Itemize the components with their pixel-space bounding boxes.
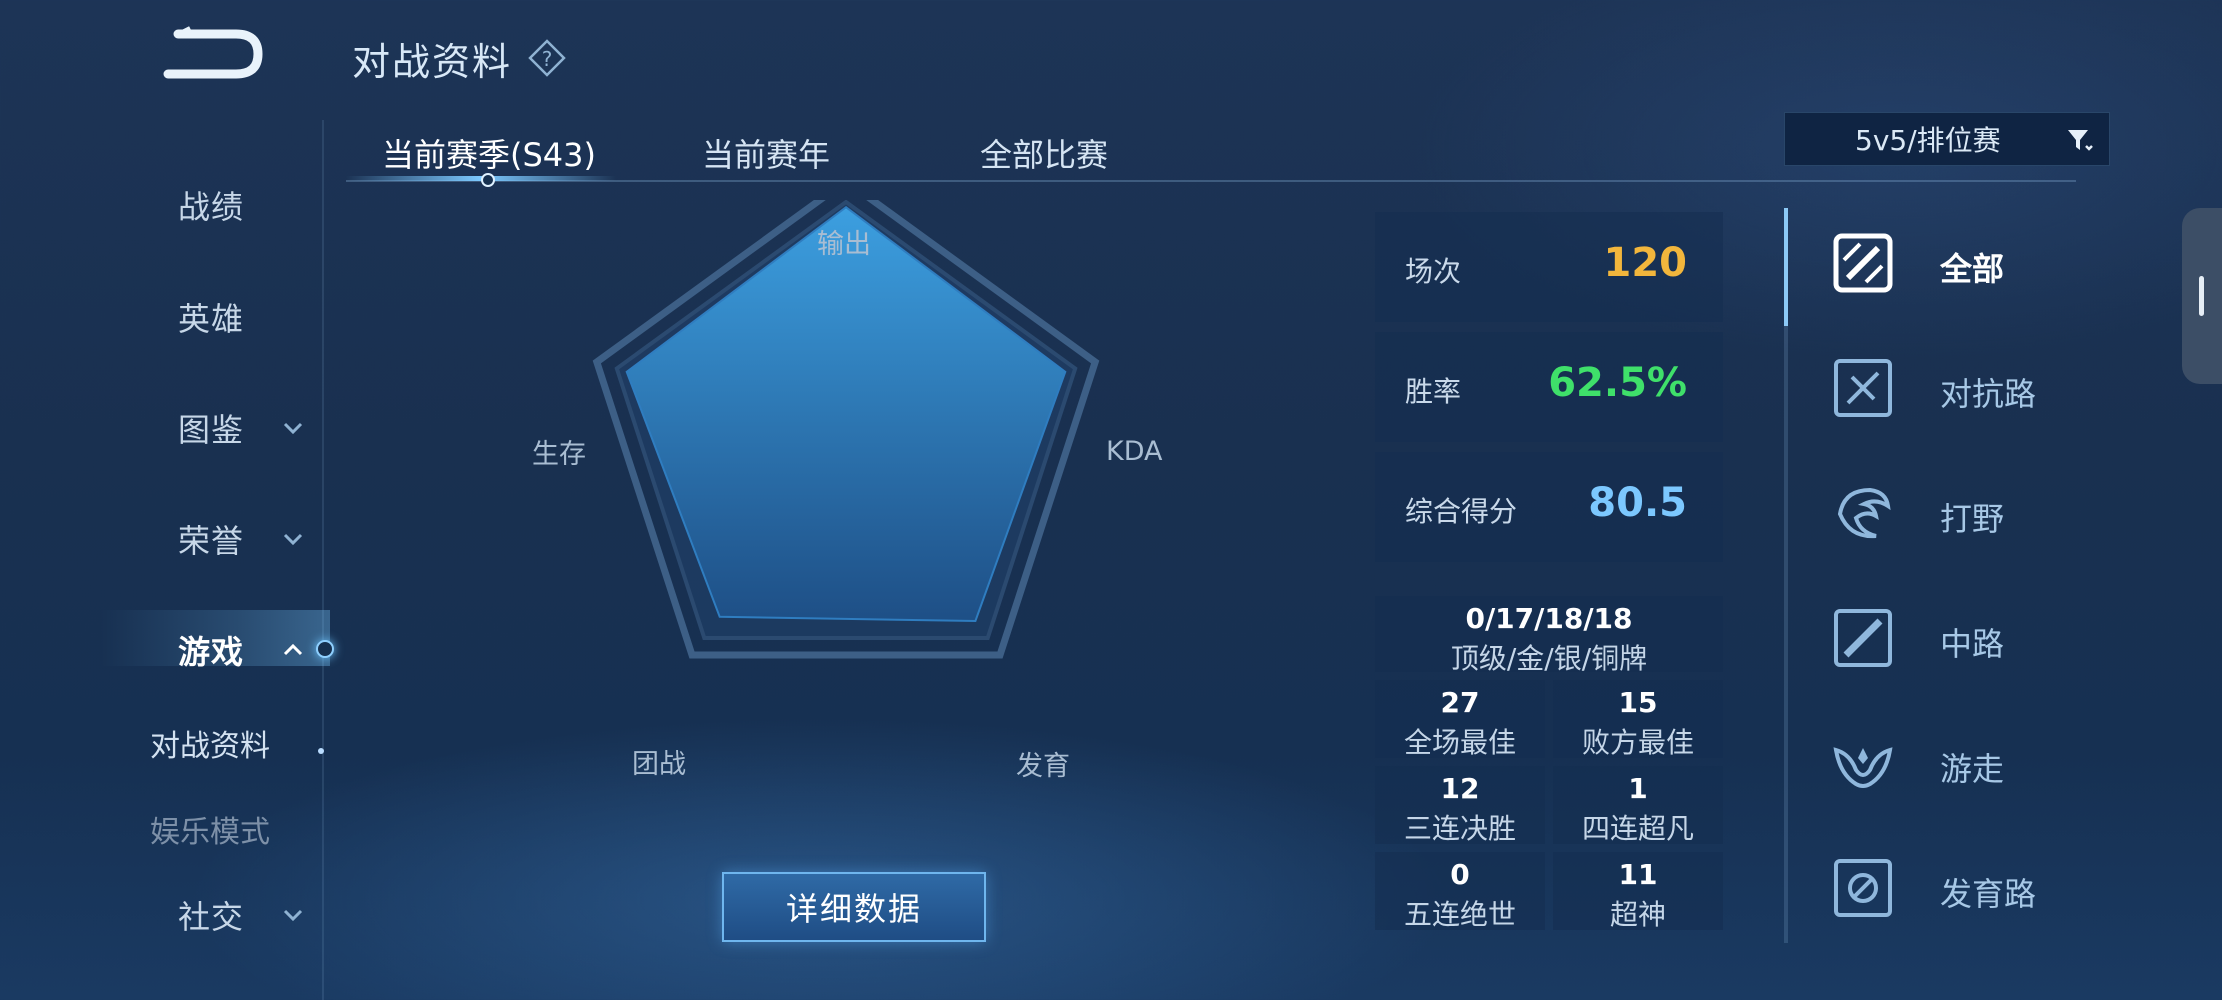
medal-cell-triple-kill: 12 三连决胜 (1375, 766, 1545, 845)
mode-filter-dropdown[interactable]: 5v5/排位赛 (1784, 112, 2110, 166)
medal-cell-value: 0 (1450, 858, 1470, 891)
lane-label: 发育路 (1940, 875, 2037, 913)
sidebar-item-codex[interactable]: 图鉴 (0, 393, 320, 463)
medal-cell-quadra-kill: 1 四连超凡 (1553, 766, 1723, 845)
medal-cell-value: 11 (1618, 858, 1658, 891)
all-lanes-icon (1833, 233, 1893, 293)
medal-cell-legendary: 11 超神 (1553, 852, 1723, 931)
sidebar-subitem-label: 娱乐模式 (150, 815, 270, 850)
lane-item-clash[interactable]: 对抗路 (1830, 343, 2130, 433)
stat-label: 胜率 (1405, 375, 1462, 408)
chevron-up-icon (283, 643, 303, 656)
tab-current-year[interactable]: 当前赛年 (702, 130, 830, 176)
svg-text:?: ? (542, 47, 553, 71)
stat-value: 120 (1603, 240, 1688, 286)
medal-cell-label: 全场最佳 (1403, 726, 1516, 759)
lane-item-all[interactable]: 全部 (1830, 218, 2130, 308)
subitem-indicator-dot (318, 748, 324, 754)
lane-label: 对抗路 (1940, 375, 2037, 413)
sidebar-item-label: 荣誉 (178, 522, 245, 560)
back-arrow-icon[interactable] (160, 26, 270, 82)
help-icon[interactable]: ? (528, 39, 566, 77)
clash-lane-icon (1834, 359, 1892, 417)
radar-svg (592, 176, 1100, 659)
radar-label-output: 输出 (817, 229, 871, 260)
sidebar-item-heroes[interactable]: 英雄 (0, 282, 320, 352)
sidebar-subitem-battle-data[interactable]: 对战资料 (0, 708, 320, 778)
medal-cell-label: 败方最佳 (1581, 726, 1694, 759)
filter-icon (2068, 130, 2093, 151)
sidebar-item-label: 图鉴 (178, 411, 245, 449)
mode-filter-label: 5v5/排位赛 (1855, 124, 2001, 157)
medal-cell-mvp: 27 全场最佳 (1375, 680, 1545, 759)
medal-cell-label: 五连绝世 (1403, 898, 1516, 931)
sidebar-item-social[interactable]: 社交 (0, 880, 320, 950)
chevron-down-icon (283, 909, 303, 922)
medal-cell-penta-kill: 0 五连绝世 (1375, 852, 1545, 931)
stat-label: 场次 (1405, 255, 1462, 288)
stat-value: 62.5% (1548, 360, 1687, 406)
tab-all-matches[interactable]: 全部比赛 (980, 130, 1108, 176)
farm-lane-icon (1834, 859, 1892, 917)
medal-summary-value: 0/17/18/18 (1465, 602, 1633, 635)
radar-chart: 输出 KDA 发育 团战 生存 (520, 176, 1220, 800)
medal-cell-label: 三连决胜 (1403, 812, 1516, 845)
lane-item-mid[interactable]: 中路 (1830, 593, 2130, 683)
jungle-icon (1837, 487, 1891, 539)
stat-card-winrate: 胜率 62.5% (1375, 332, 1723, 442)
tab-current-season[interactable]: 当前赛季(S43) (382, 130, 596, 176)
medal-cell-label: 四连超凡 (1581, 812, 1694, 845)
medal-cell-value: 27 (1440, 686, 1480, 719)
medal-summary-label: 顶级/金/银/铜牌 (1450, 642, 1648, 675)
lane-active-indicator (1784, 208, 1788, 326)
medal-cell-losing-mvp: 15 败方最佳 (1553, 680, 1723, 759)
lane-item-farm[interactable]: 发育路 (1830, 843, 2130, 933)
medal-cell-label: 超神 (1609, 898, 1666, 931)
chevron-down-icon (283, 533, 303, 546)
stat-label: 综合得分 (1405, 495, 1518, 528)
radar-label-growth: 发育 (1016, 751, 1070, 782)
mid-lane-icon (1834, 609, 1892, 667)
sidebar-subitem-casual-modes[interactable]: 娱乐模式 (0, 794, 320, 864)
lane-label: 全部 (1940, 250, 2005, 288)
stat-card-matches: 场次 120 (1375, 212, 1723, 322)
lane-item-roam[interactable]: 游走 (1830, 718, 2130, 808)
sidebar-item-label: 社交 (178, 898, 245, 936)
lane-label: 游走 (1940, 750, 2005, 788)
stat-card-score: 综合得分 80.5 (1375, 452, 1723, 562)
active-indicator-dot (316, 640, 334, 658)
roam-icon (1833, 747, 1893, 788)
sidebar-item-honor[interactable]: 荣誉 (0, 504, 320, 574)
sidebar-subitem-label: 对战资料 (150, 729, 270, 764)
drawer-grip-icon (2199, 276, 2204, 316)
page-title: 对战资料 (352, 39, 513, 84)
page-header: 对战资料 ? (352, 30, 566, 86)
sidebar-item-label: 英雄 (178, 300, 245, 338)
lane-label: 打野 (1940, 500, 2005, 538)
sidebar-item-game[interactable]: 游戏 (0, 615, 320, 685)
detail-data-label: 详细数据 (785, 890, 922, 928)
medal-cell-value: 12 (1440, 772, 1480, 805)
lane-label: 中路 (1940, 625, 2005, 663)
sidebar-item-label: 游戏 (178, 633, 245, 671)
radar-label-kda: KDA (1106, 436, 1163, 467)
detail-data-button[interactable]: 详细数据 (722, 872, 986, 942)
lane-item-jungle[interactable]: 打野 (1830, 468, 2130, 558)
medal-cell-value: 1 (1628, 772, 1648, 805)
tab-active-dot (481, 173, 495, 187)
sidebar-divider (322, 120, 324, 1000)
sidebar: 战绩 英雄 图鉴 荣誉 游戏 对战资料 娱乐模式 社交 (0, 140, 320, 1000)
stat-value: 80.5 (1588, 480, 1687, 526)
sidebar-item-label: 战绩 (178, 188, 245, 226)
chevron-down-icon (283, 422, 303, 435)
sidebar-item-records[interactable]: 战绩 (0, 170, 320, 240)
radar-label-survival: 生存 (532, 439, 586, 470)
medal-cell-value: 15 (1618, 686, 1658, 719)
radar-label-teamfight: 团战 (632, 749, 686, 780)
medal-summary: 0/17/18/18 顶级/金/银/铜牌 (1375, 596, 1723, 675)
